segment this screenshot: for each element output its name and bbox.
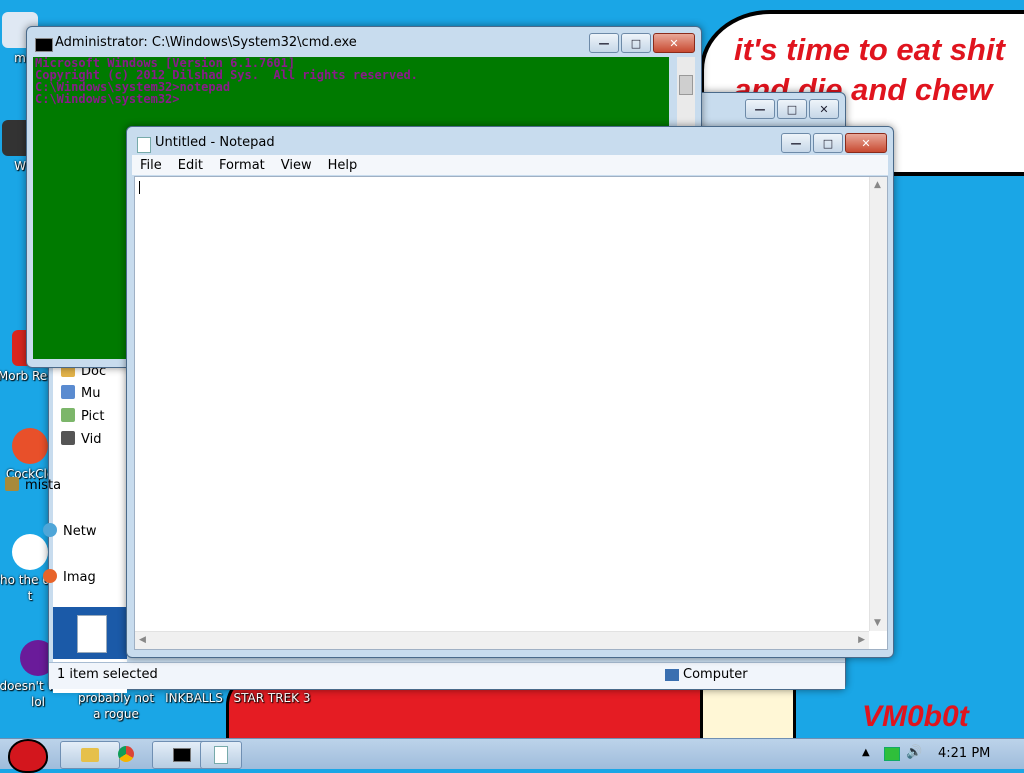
network-icon bbox=[43, 523, 57, 537]
notepad-icon bbox=[214, 746, 228, 764]
desktop-icon[interactable]: STAR TREK 3 bbox=[232, 690, 312, 706]
scroll-right-icon[interactable]: ▶ bbox=[858, 635, 865, 645]
music-icon bbox=[61, 385, 75, 399]
minimize-icon: — bbox=[790, 136, 802, 150]
taskbar: ▲ 🔊 4:21 PM bbox=[0, 738, 1024, 773]
menu-bar: File Edit Format View Help bbox=[132, 155, 888, 175]
computer-icon bbox=[665, 669, 679, 681]
show-hidden-icons-icon[interactable]: ▲ bbox=[862, 747, 870, 758]
desktop-icon-label: m bbox=[14, 51, 26, 65]
app-icon bbox=[12, 534, 48, 570]
clock[interactable]: 4:21 PM bbox=[938, 746, 990, 761]
scroll-down-icon[interactable]: ▼ bbox=[874, 618, 881, 628]
ccleaner-icon bbox=[12, 428, 48, 464]
scroll-thumb[interactable] bbox=[679, 75, 693, 95]
cmd-title: Administrator: C:\Windows\System32\cmd.e… bbox=[55, 35, 357, 50]
status-selected-text: 1 item selected bbox=[57, 667, 158, 682]
nav-item-label: Vid bbox=[81, 432, 102, 447]
nav-item-videos[interactable]: Vid bbox=[61, 431, 101, 447]
desktop-icon[interactable]: probably not a rogue bbox=[76, 690, 156, 722]
notepad-title: Untitled - Notepad bbox=[155, 135, 275, 150]
pictures-icon bbox=[61, 408, 75, 422]
homegroup-icon bbox=[5, 477, 19, 491]
nav-item-label: Imag bbox=[63, 570, 96, 585]
preview-pane bbox=[53, 607, 127, 659]
network-icon[interactable] bbox=[884, 747, 900, 761]
vertical-scrollbar[interactable]: ▲ ▼ bbox=[869, 177, 887, 631]
text-editor[interactable]: ▲ ▼ ◀ ▶ bbox=[134, 176, 888, 650]
window-controls: — □ ✕ bbox=[587, 33, 695, 53]
menu-format[interactable]: Format bbox=[211, 158, 273, 173]
maximize-button[interactable]: □ bbox=[813, 133, 843, 153]
maximize-icon: □ bbox=[822, 136, 834, 150]
close-icon: ✕ bbox=[861, 136, 871, 150]
console-line: C:\Windows\system32> bbox=[35, 92, 180, 106]
minimize-button[interactable]: — bbox=[745, 99, 775, 119]
status-bar: 1 item selected Computer bbox=[49, 662, 845, 689]
nav-item-label: Pict bbox=[81, 409, 105, 424]
notepad-window[interactable]: Untitled - Notepad — □ ✕ File Edit Forma… bbox=[126, 126, 894, 658]
close-button[interactable]: ✕ bbox=[809, 99, 839, 119]
close-icon: ✕ bbox=[669, 36, 679, 50]
volume-icon[interactable]: 🔊 bbox=[906, 745, 922, 760]
menu-help[interactable]: Help bbox=[320, 158, 366, 173]
nav-item-label: Netw bbox=[63, 524, 97, 539]
image-icon bbox=[43, 569, 57, 583]
text-caret bbox=[139, 181, 140, 194]
close-icon: ✕ bbox=[819, 102, 829, 116]
maximize-icon: □ bbox=[786, 102, 798, 116]
nav-item-pictures[interactable]: Pict bbox=[61, 408, 104, 424]
signature-text: VM0b0t bbox=[862, 700, 969, 733]
minimize-button[interactable]: — bbox=[781, 133, 811, 153]
nav-item-label: Mu bbox=[81, 386, 101, 401]
notepad-icon bbox=[137, 137, 151, 153]
maximize-button[interactable]: □ bbox=[621, 33, 651, 53]
desktop-icon[interactable]: INKBALLS bbox=[154, 690, 234, 706]
minimize-icon: — bbox=[598, 36, 610, 50]
window-controls: — □ ✕ bbox=[779, 133, 887, 153]
desktop-icon-label: probably not a rogue bbox=[77, 691, 155, 721]
desktop-icon-label: W bbox=[14, 159, 26, 173]
maximize-button[interactable]: □ bbox=[777, 99, 807, 119]
nav-item-image[interactable]: Imag bbox=[43, 569, 96, 585]
close-button[interactable]: ✕ bbox=[845, 133, 887, 153]
menu-edit[interactable]: Edit bbox=[170, 158, 211, 173]
nav-item-homegroup[interactable]: mista bbox=[5, 477, 61, 493]
taskbar-chrome-button[interactable] bbox=[96, 741, 156, 767]
nav-item-network[interactable]: Netw bbox=[43, 523, 96, 539]
nav-item-label: mista bbox=[25, 478, 62, 493]
horizontal-scrollbar[interactable]: ◀ ▶ bbox=[135, 631, 869, 649]
nav-item-music[interactable]: Mu bbox=[61, 385, 100, 401]
scroll-left-icon[interactable]: ◀ bbox=[139, 635, 146, 645]
minimize-button[interactable]: — bbox=[589, 33, 619, 53]
cmd-icon bbox=[35, 38, 53, 52]
desktop-icon-label: INKBALLS bbox=[165, 691, 223, 705]
desktop-icon-label: STAR TREK 3 bbox=[233, 691, 311, 705]
document-icon bbox=[77, 615, 107, 653]
menu-view[interactable]: View bbox=[273, 158, 320, 173]
scroll-up-icon[interactable]: ▲ bbox=[874, 180, 881, 190]
window-controls: — □ ✕ bbox=[743, 99, 839, 119]
chrome-icon bbox=[118, 746, 134, 762]
menu-file[interactable]: File bbox=[132, 158, 170, 173]
status-location-text: Computer bbox=[683, 667, 748, 682]
videos-icon bbox=[61, 431, 75, 445]
taskbar-notepad-button[interactable] bbox=[200, 741, 242, 769]
cmd-icon bbox=[173, 748, 191, 762]
start-button[interactable] bbox=[4, 733, 48, 773]
close-button[interactable]: ✕ bbox=[653, 33, 695, 53]
maximize-icon: □ bbox=[630, 36, 642, 50]
minimize-icon: — bbox=[754, 102, 766, 116]
